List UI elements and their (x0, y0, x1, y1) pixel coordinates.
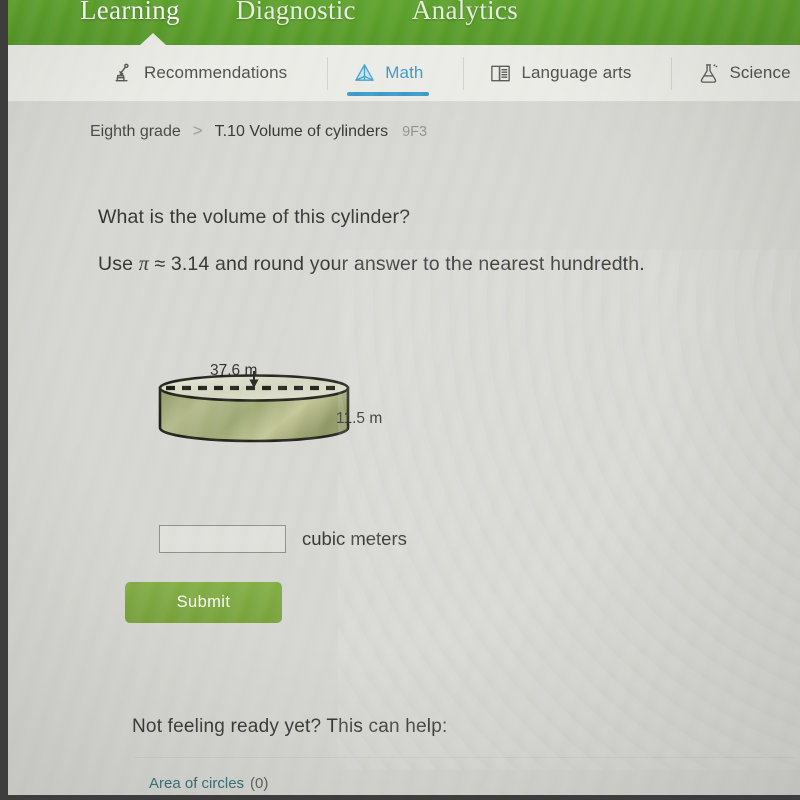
diameter-label: 37.6 m (210, 362, 258, 379)
tab-label-language-arts: Language arts (521, 63, 632, 82)
microscope-icon (112, 62, 135, 85)
help-link-area-of-circles[interactable]: Area of circles (149, 775, 244, 792)
height-label: 11.5 m (336, 410, 383, 427)
answer-input[interactable] (159, 525, 286, 553)
topnav-item-analytics[interactable]: Analytics (412, 0, 518, 26)
tab-label-science: Science (729, 63, 791, 82)
topnav-item-diagnostic[interactable]: Diagnostic (236, 0, 356, 26)
breadcrumb: Eighth grade > T.10 Volume of cylinders … (90, 121, 427, 141)
moire-overlay-secondary (338, 250, 800, 770)
tab-divider (327, 56, 329, 90)
flask-icon (697, 62, 720, 85)
top-navigation-bar: Learning Diagnostic Analytics (8, 0, 800, 46)
instruction-text: Use π ≈ 3.14 and round your answer to th… (98, 253, 645, 276)
help-link-count: (0) (250, 775, 269, 792)
pi-symbol: π (138, 253, 149, 275)
tab-divider (463, 56, 465, 90)
tab-label-math: Math (385, 63, 424, 82)
photo-frame: Learning Diagnostic Analytics Recommenda… (0, 0, 800, 800)
tab-label-recommendations: Recommendations (144, 63, 288, 82)
screen-content: Learning Diagnostic Analytics Recommenda… (8, 0, 800, 795)
answer-row: cubic meters (159, 525, 407, 553)
instruction-suffix: ≈ 3.14 and round your answer to the near… (148, 253, 645, 275)
breadcrumb-skill-code: 9F3 (402, 124, 428, 140)
breadcrumb-grade[interactable]: Eighth grade (90, 123, 181, 141)
tab-language-arts[interactable]: Language arts (463, 45, 653, 102)
answer-unit-label: cubic meters (302, 528, 407, 549)
help-divider (134, 757, 794, 758)
pyramid-icon (353, 62, 376, 85)
tab-science[interactable]: Science (671, 45, 800, 102)
open-book-icon (489, 62, 512, 85)
instruction-prefix: Use (98, 253, 139, 275)
breadcrumb-skill: T.10 Volume of cylinders (214, 123, 389, 140)
moire-overlay (8, 0, 800, 795)
vignette-overlay (8, 0, 800, 795)
help-link-row: Area of circles (0) (149, 775, 268, 792)
cylinder-figure: 37.6 m 11.5 m (144, 362, 394, 472)
question-text: What is the volume of this cylinder? (98, 206, 411, 228)
subject-tab-bar: Recommendations Math Language arts Scien… (8, 45, 800, 102)
chevron-right-icon: > (192, 121, 203, 140)
submit-button[interactable]: Submit (125, 582, 282, 623)
help-heading: Not feeling ready yet? This can help: (132, 716, 448, 737)
tab-math[interactable]: Math (327, 45, 445, 102)
tab-recommendations[interactable]: Recommendations (112, 45, 309, 102)
topnav-item-learning[interactable]: Learning (80, 0, 180, 26)
tab-divider (671, 56, 673, 90)
